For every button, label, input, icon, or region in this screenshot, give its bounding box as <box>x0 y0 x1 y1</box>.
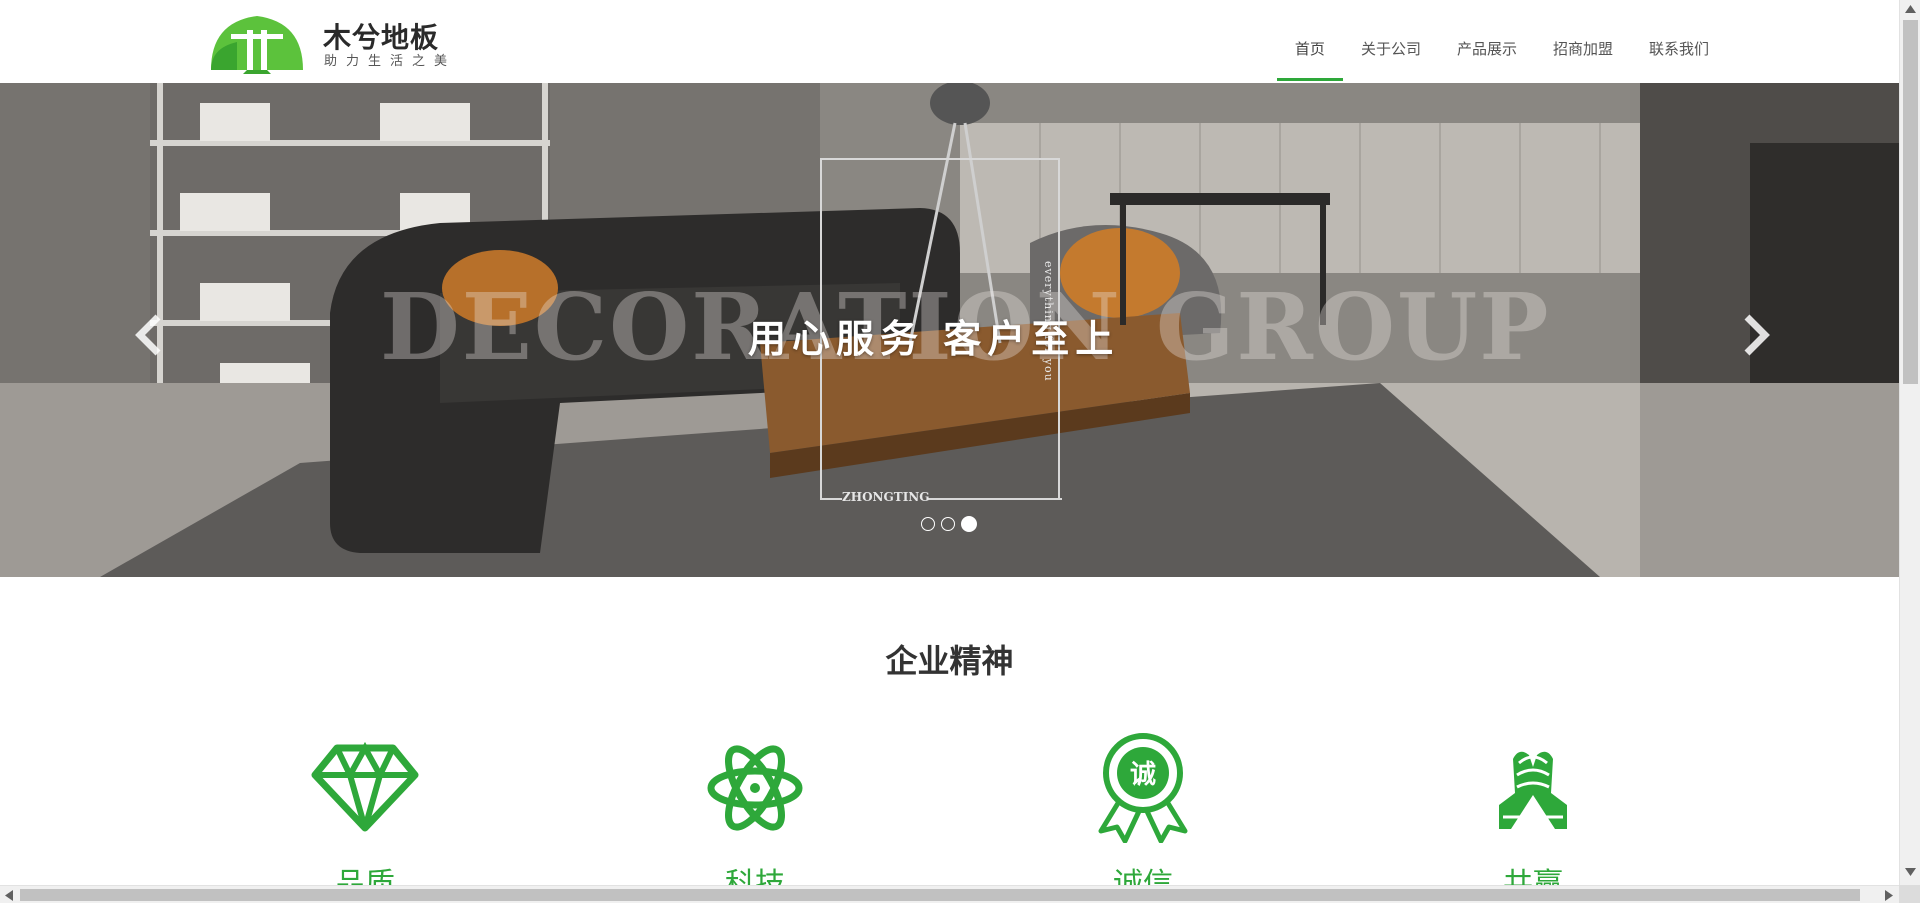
feature-integrity[interactable]: 诚 诚信 <box>1073 733 1213 903</box>
vertical-scrollbar[interactable] <box>1899 0 1920 885</box>
handshake-icon <box>1499 751 1567 829</box>
nav-item-home[interactable]: 首页 <box>1276 0 1343 83</box>
atom-icon <box>707 745 803 831</box>
chevron-left-icon[interactable] <box>130 313 170 357</box>
nav-item-franchise[interactable]: 招商加盟 <box>1535 0 1631 83</box>
feature-technology[interactable]: 科技 <box>685 733 825 903</box>
banner-frame-line-left <box>820 498 842 500</box>
site-header: 木兮地板 助力生活之美 首页 关于公司 产品展示 招商加盟 联系我们 <box>0 0 1899 83</box>
vertical-scrollbar-thumb[interactable] <box>1903 20 1918 384</box>
logo-mark-icon <box>211 16 303 74</box>
nav-item-about[interactable]: 关于公司 <box>1343 0 1439 83</box>
hero-banner: DECORATION GROUP ZHONGTING everything fo… <box>0 83 1899 577</box>
scroll-right-arrow-icon[interactable] <box>1885 890 1893 901</box>
scroll-down-arrow-icon[interactable] <box>1905 868 1916 876</box>
badge-icon: 诚 <box>1098 733 1188 843</box>
main-nav: 首页 关于公司 产品展示 招商加盟 联系我们 <box>1276 0 1727 83</box>
horizontal-scrollbar[interactable] <box>0 885 1899 903</box>
banner-frame-line-right <box>928 498 1062 500</box>
badge-text: 诚 <box>1130 760 1156 790</box>
scroll-left-arrow-icon[interactable] <box>5 890 13 901</box>
scrollbar-corner <box>1899 885 1920 903</box>
feature-win-win[interactable]: 共赢 <box>1463 733 1603 903</box>
scroll-up-arrow-icon[interactable] <box>1905 5 1916 13</box>
slider-dots <box>921 516 977 532</box>
nav-item-contact[interactable]: 联系我们 <box>1631 0 1727 83</box>
logo[interactable]: 木兮地板 助力生活之美 <box>207 8 452 74</box>
feature-quality[interactable]: 品质 <box>295 733 435 903</box>
chevron-right-icon[interactable] <box>1735 313 1775 357</box>
banner-sub-text: ZHONGTING <box>842 490 930 504</box>
horizontal-scrollbar-thumb[interactable] <box>20 889 1860 901</box>
slider-dot-1[interactable] <box>921 517 935 531</box>
logo-slogan: 助力生活之美 <box>324 54 457 69</box>
slider-dot-2[interactable] <box>941 517 955 531</box>
slider-dot-3[interactable] <box>961 516 977 532</box>
banner-slogan: 用心服务 客户至上 <box>748 316 1120 361</box>
nav-item-products[interactable]: 产品展示 <box>1439 0 1535 83</box>
diamond-icon <box>311 741 419 832</box>
section-title: 企业精神 <box>885 642 1014 680</box>
